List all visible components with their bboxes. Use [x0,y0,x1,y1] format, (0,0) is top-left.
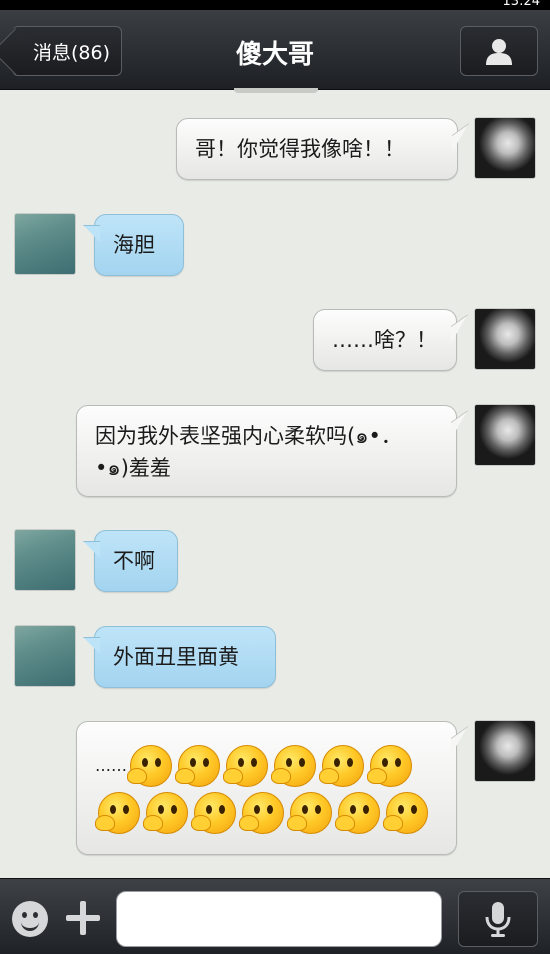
message-bubble-contact[interactable]: 不啊 [94,530,178,592]
message-text-line-1: 因为我外表坚强内心柔软吗(๑•． [95,424,402,448]
thinking-face-emoji [191,792,236,834]
thinking-face-emoji [239,792,284,834]
thinking-face-emoji [367,745,412,787]
message-bubble-self[interactable]: 哥！你觉得我像啥！！ [176,118,458,180]
load-more-tab[interactable] [234,88,318,93]
message-bubble-self[interactable]: ……啥？！ [313,309,457,371]
message-bubble-contact[interactable]: 外面丑里面黄 [94,626,276,688]
contact-avatar[interactable] [14,529,76,591]
profile-button[interactable] [460,26,538,76]
title-bar: 消息(86) 傻大哥 [0,10,550,90]
thinking-face-emoji [287,792,332,834]
message-bubble-contact[interactable]: 海胆 [94,214,184,276]
voice-button[interactable] [458,891,538,947]
thinking-face-emoji [127,745,172,787]
self-avatar[interactable] [474,404,536,466]
status-bar: 13:24 [0,0,550,10]
message-text-line-2: •๑)羞羞 [95,456,171,480]
smiley-icon[interactable] [12,901,48,937]
person-icon [486,39,512,65]
self-avatar[interactable] [474,308,536,370]
thinking-face-emoji [223,745,268,787]
microphone-icon [485,902,511,937]
message-text: 不啊 [113,549,155,573]
thinking-face-emoji [175,745,220,787]
self-avatar[interactable] [474,117,536,179]
message-bubble-self[interactable]: …… [76,721,457,855]
thinking-face-emoji [95,792,140,834]
message-input[interactable] [116,891,442,947]
plus-icon[interactable] [66,901,100,935]
contact-avatar[interactable] [14,213,76,275]
thinking-face-emoji [319,745,364,787]
status-time: 13:24 [502,0,540,9]
self-avatar[interactable] [474,720,536,782]
message-text: 哥！你觉得我像啥！！ [195,137,405,161]
message-text: ……啥？！ [332,328,437,352]
thinking-face-emoji [335,792,380,834]
thinking-face-emoji [143,792,188,834]
message-text: 海胆 [113,233,155,257]
thinking-face-emoji [271,745,316,787]
input-bar [0,878,550,954]
contact-avatar[interactable] [14,625,76,687]
message-bubble-self[interactable]: 因为我外表坚强内心柔软吗(๑•． •๑)羞羞 [76,405,457,497]
thinking-face-emoji [383,792,428,834]
message-text: …… [95,756,127,775]
message-text: 外面丑里面黄 [113,645,239,669]
